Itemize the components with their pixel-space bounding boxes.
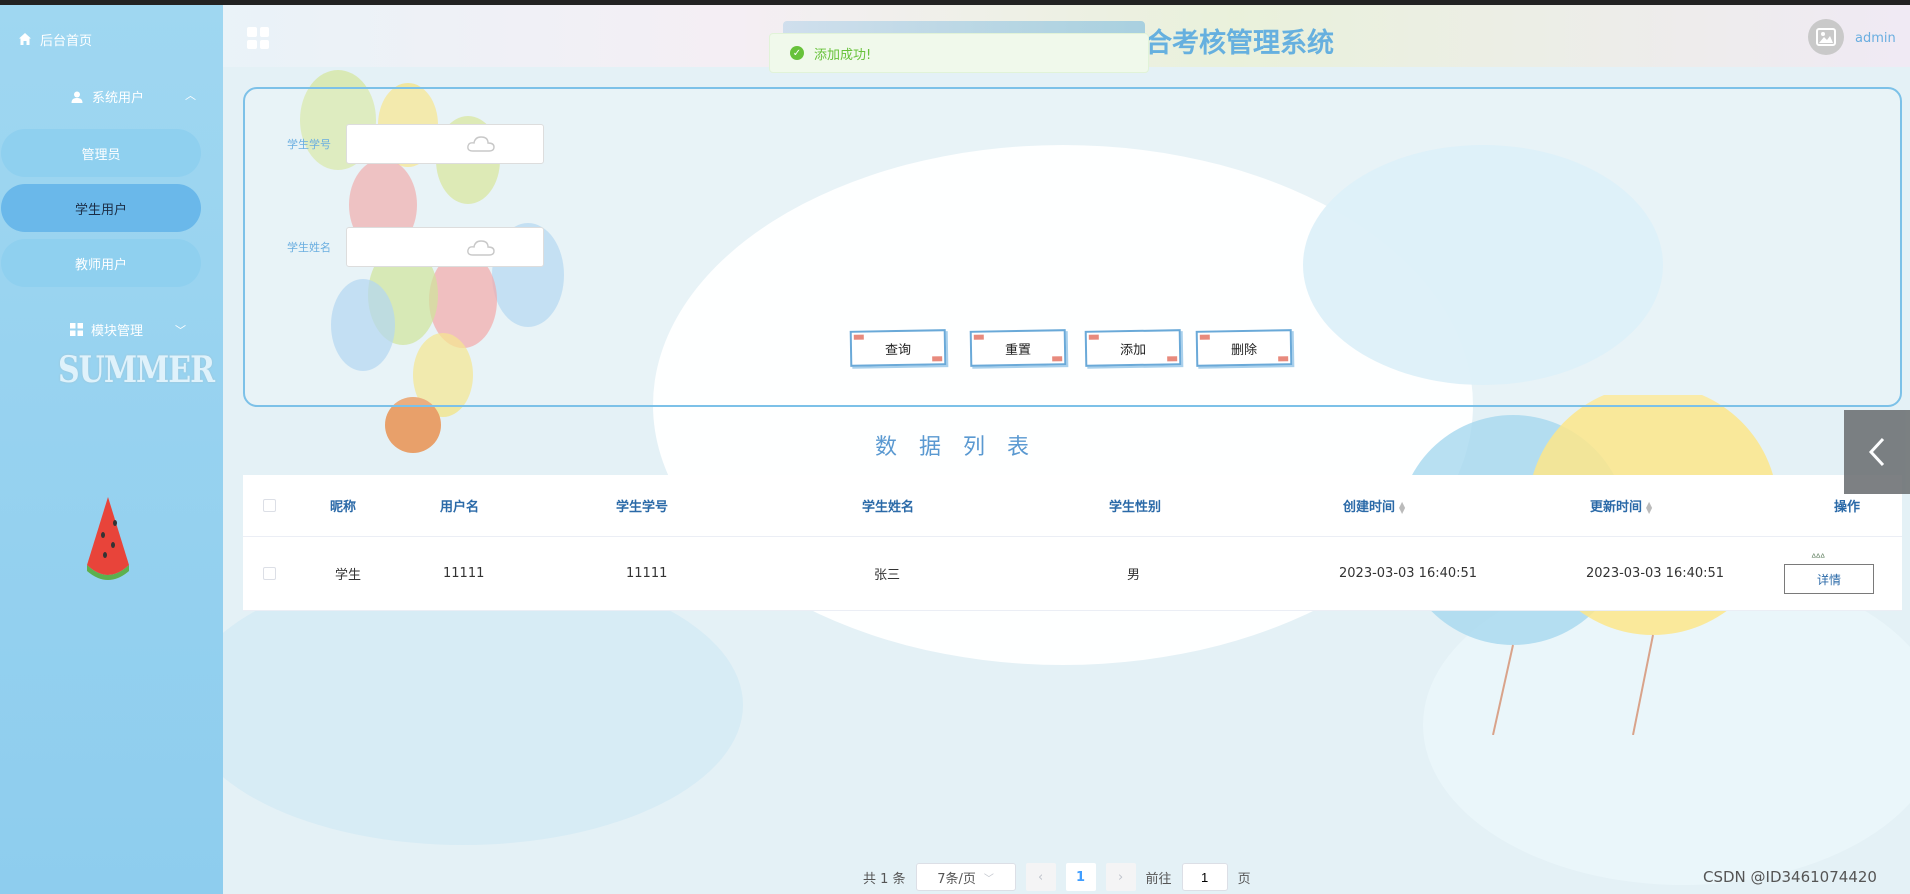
- cloud-icon: [467, 240, 495, 256]
- next-page-button[interactable]: ›: [1105, 863, 1136, 891]
- sidebar-item-teacher-users[interactable]: 教师用户: [1, 239, 201, 287]
- reset-button[interactable]: 重置: [969, 329, 1067, 367]
- column-header-created[interactable]: 创建时间 ▲ ▼: [1343, 496, 1405, 515]
- goto-suffix: 页: [1237, 871, 1251, 887]
- column-header-updated-label: 更新时间: [1590, 500, 1643, 515]
- chevron-down-icon: ﹀: [983, 873, 994, 885]
- home-icon: [19, 33, 31, 45]
- sidebar-item-admin[interactable]: 管理员: [1, 129, 201, 177]
- goto-page-input[interactable]: [1181, 863, 1228, 891]
- column-header-action: 操作: [1834, 500, 1861, 515]
- page-size-value: 7条/页: [937, 871, 976, 887]
- cell-student-no: 11111: [626, 566, 668, 581]
- success-toast: ✓ 添加成功!: [769, 33, 1149, 73]
- total-count: 共 1 条: [863, 871, 906, 887]
- data-table: 昵称 用户名 学生学号 学生姓名 学生性别 创建时间 ▲ ▼ 更新时间 ▲ ▼ 操作 学…: [243, 475, 1902, 611]
- student-no-label: 学生学号: [287, 138, 331, 151]
- cell-nickname: 学生: [335, 568, 362, 583]
- cell-gender: 男: [1127, 568, 1141, 583]
- cell-student-name: 张三: [874, 568, 901, 583]
- sidebar-item-label: 教师用户: [74, 257, 127, 273]
- sort-icon[interactable]: ▲ ▼: [1399, 500, 1405, 514]
- table-row: 学生 11111 11111 张三 男 2023-03-03 16:40:51 …: [243, 537, 1902, 611]
- student-name-label: 学生姓名: [287, 241, 331, 254]
- cell-username: 11111: [443, 566, 485, 581]
- sort-icon[interactable]: ▲ ▼: [1646, 500, 1652, 514]
- sidebar-module-label: 模块管理: [91, 324, 144, 339]
- column-header-username: 用户名: [440, 500, 480, 515]
- sidebar-home-label: 后台首页: [40, 33, 93, 49]
- watermelon-icon: [87, 497, 129, 580]
- username-label[interactable]: admin: [1855, 31, 1896, 46]
- avatar[interactable]: [1808, 19, 1844, 55]
- column-header-gender: 学生性别: [1109, 500, 1162, 515]
- list-title: 数据列表: [875, 435, 1052, 460]
- student-name-input[interactable]: [346, 227, 544, 267]
- column-header-student-no: 学生学号: [616, 500, 669, 515]
- select-all-checkbox[interactable]: [263, 499, 276, 512]
- add-button[interactable]: 添加: [1084, 329, 1182, 367]
- sidebar-group-system-users[interactable]: 系统用户 ︿: [70, 87, 196, 106]
- sidebar-group-modules[interactable]: 模块管理 ﹀: [70, 320, 186, 339]
- menu-toggle-icon[interactable]: [247, 27, 269, 49]
- chevron-up-icon: ︿: [185, 89, 196, 102]
- student-no-input[interactable]: [346, 124, 544, 164]
- summer-decoration: SUMMER: [58, 349, 215, 392]
- sidebar-home[interactable]: 后台首页: [18, 27, 92, 51]
- row-checkbox[interactable]: [263, 567, 276, 580]
- grid-icon: [70, 323, 83, 336]
- system-title: 合考核管理系统: [1145, 28, 1334, 59]
- grass-decoration: ᐞᐞᐞ: [1811, 553, 1825, 564]
- sidebar-group-label: 系统用户: [92, 91, 145, 106]
- query-button[interactable]: 查询: [849, 329, 947, 367]
- prev-page-button[interactable]: ‹: [1025, 863, 1056, 891]
- sidebar-item-student-users[interactable]: 学生用户: [1, 184, 201, 232]
- cell-updated: 2023-03-03 16:40:51: [1586, 566, 1725, 581]
- column-header-updated[interactable]: 更新时间 ▲ ▼: [1590, 496, 1652, 515]
- image-icon: [1816, 28, 1836, 46]
- column-header-student-name: 学生姓名: [862, 500, 915, 515]
- table-header: 昵称 用户名 学生学号 学生姓名 学生性别 创建时间 ▲ ▼ 更新时间 ▲ ▼ 操作: [243, 475, 1902, 537]
- sidebar: 后台首页 系统用户 ︿ 管理员 学生用户 教师用户 模块管理 ﹀ SUMMER: [0, 5, 223, 894]
- collapse-panel-button[interactable]: [1844, 410, 1910, 494]
- main-content: 合考核管理系统 admin ✓ 添加成功! 学生学号 学生姓名 查询 重置 添加…: [223, 5, 1910, 894]
- page-number[interactable]: 1: [1065, 863, 1096, 891]
- pagination: 共 1 条 7条/页 ﹀ ‹ 1 › 前往 页: [863, 863, 1251, 891]
- column-header-nickname: 昵称: [330, 500, 357, 515]
- delete-button[interactable]: 删除: [1195, 329, 1293, 367]
- cell-created: 2023-03-03 16:40:51: [1339, 566, 1478, 581]
- toast-message: 添加成功!: [814, 47, 872, 63]
- chevron-left-icon: [1868, 437, 1885, 467]
- watermark: CSDN @ID3461074420: [1703, 868, 1877, 886]
- sidebar-item-label: 学生用户: [74, 202, 127, 218]
- goto-prefix: 前往: [1145, 871, 1172, 887]
- chevron-down-icon: ﹀: [175, 323, 187, 337]
- sidebar-item-label: 管理员: [81, 147, 121, 163]
- user-icon: [71, 91, 83, 103]
- page-size-select[interactable]: 7条/页 ﹀: [915, 863, 1016, 891]
- column-header-created-label: 创建时间: [1343, 500, 1396, 515]
- cloud-icon: [467, 136, 495, 152]
- success-check-icon: ✓: [790, 46, 804, 60]
- detail-button[interactable]: 详情: [1784, 564, 1874, 594]
